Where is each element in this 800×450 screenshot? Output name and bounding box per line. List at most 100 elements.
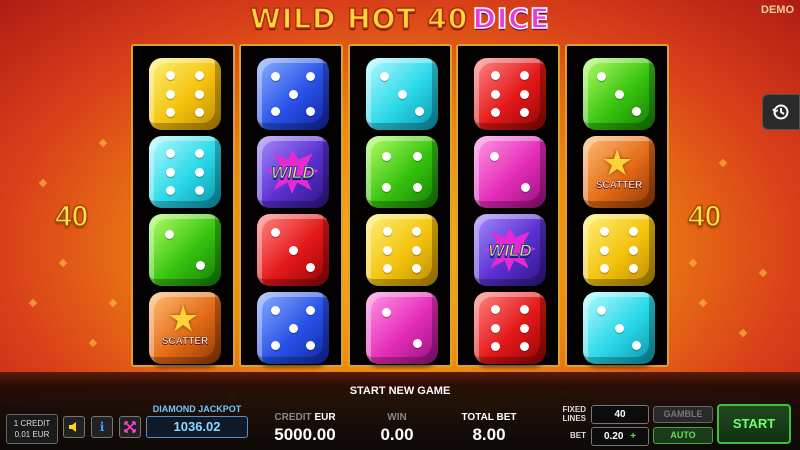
- die-pip: [166, 70, 176, 80]
- fixed-lines-label: FIXED LINES: [556, 405, 586, 423]
- green-die-symbol: [149, 214, 221, 286]
- die-pip: [194, 108, 204, 118]
- die-pip: [166, 108, 176, 118]
- die-pip: [166, 167, 176, 177]
- die-pip: [381, 183, 391, 193]
- wild-symbol: WILD: [257, 136, 329, 208]
- die-pip: [519, 89, 529, 99]
- info-icon: i: [99, 420, 105, 434]
- die-pip: [305, 306, 315, 316]
- wild-label: WILD: [271, 163, 315, 183]
- die-pip: [305, 262, 315, 272]
- cyan-die-symbol: [149, 136, 221, 208]
- game-title-main: WILD HOT 40: [249, 1, 469, 36]
- win-value: 0.00: [380, 425, 414, 444]
- die-pip: [600, 226, 610, 236]
- die-pip: [519, 342, 529, 352]
- history-icon: [772, 104, 789, 120]
- history-button[interactable]: [762, 94, 800, 130]
- die-pip: [614, 323, 624, 333]
- die-pip: [196, 261, 206, 271]
- fixed-lines-label-1: FIXED: [562, 405, 586, 414]
- sound-button[interactable]: [63, 416, 85, 438]
- die-pip: [519, 323, 529, 333]
- die-pip: [521, 183, 531, 193]
- demo-badge: DEMO: [761, 4, 794, 16]
- die-pip: [597, 72, 607, 82]
- speaker-icon: [69, 422, 76, 432]
- bet-value: 0.20: [603, 431, 624, 442]
- pink-die-symbol: [366, 292, 438, 364]
- die-pip: [383, 245, 393, 255]
- scatter-label: SCATTER: [161, 336, 209, 347]
- die-pip: [381, 307, 391, 317]
- die-pip: [194, 89, 204, 99]
- reel-4: WILD: [456, 44, 560, 367]
- die-pip: [614, 89, 624, 99]
- jackpot-label: DIAMOND JACKPOT: [152, 404, 242, 414]
- blue-die-symbol: [257, 58, 329, 130]
- gamble-button[interactable]: GAMBLE: [653, 406, 713, 423]
- die-pip: [414, 106, 424, 116]
- yellow-die-symbol: [366, 214, 438, 286]
- credit-label: CREDIT EUR: [270, 412, 340, 423]
- die-pip: [413, 183, 423, 193]
- die-pip: [411, 264, 421, 274]
- die-pip: [305, 72, 315, 82]
- bet-selector[interactable]: 0.20 +: [591, 427, 649, 446]
- credit-currency: EUR: [314, 412, 336, 423]
- cyan-die-symbol: [583, 292, 655, 364]
- die-pip: [631, 106, 641, 116]
- scatter-symbol: ★ SCATTER: [149, 292, 221, 364]
- die-pip: [383, 226, 393, 236]
- die-pip: [194, 70, 204, 80]
- die-pip: [519, 108, 529, 118]
- reel-5: ★ SCATTER: [565, 44, 669, 367]
- total-bet-label: TOTAL BET: [461, 412, 517, 423]
- die-pip: [305, 106, 315, 116]
- bet-increase-button[interactable]: +: [630, 431, 636, 442]
- die-pip: [166, 186, 176, 196]
- die-pip: [597, 306, 607, 316]
- game-title-accent: DICE: [472, 1, 550, 36]
- die-pip: [413, 151, 423, 161]
- credit-denomination[interactable]: 1 CREDIT 0.01 EUR: [6, 414, 58, 444]
- die-pip: [380, 72, 390, 82]
- die-pip: [271, 72, 281, 82]
- die-pip: [194, 186, 204, 196]
- fullscreen-icon: [124, 421, 136, 433]
- game-title: WILD HOT 40 DICE: [0, 1, 800, 38]
- start-button[interactable]: START: [717, 404, 791, 444]
- die-pip: [628, 245, 638, 255]
- red-die-symbol: [257, 214, 329, 286]
- red-die-symbol: [474, 58, 546, 130]
- die-pip: [166, 148, 176, 158]
- blue-die-symbol: [257, 292, 329, 364]
- die-pip: [411, 226, 421, 236]
- green-die-symbol: [366, 136, 438, 208]
- red-die-symbol: [474, 292, 546, 364]
- die-pip: [288, 89, 298, 99]
- reel-2: WILD: [239, 44, 343, 367]
- wild-label: WILD: [488, 241, 532, 261]
- die-pip: [164, 229, 174, 239]
- fixed-lines-value: 40: [591, 405, 649, 424]
- fixed-lines-label-2: LINES: [562, 414, 586, 423]
- auto-button[interactable]: AUTO: [653, 427, 713, 444]
- die-pip: [166, 89, 176, 99]
- bet-label: BET: [570, 431, 586, 440]
- fullscreen-button[interactable]: [119, 416, 141, 438]
- die-pip: [271, 228, 281, 238]
- die-pip: [397, 89, 407, 99]
- die-pip: [491, 70, 501, 80]
- yellow-die-symbol: [583, 214, 655, 286]
- die-pip: [519, 304, 529, 314]
- die-pip: [519, 70, 529, 80]
- info-button[interactable]: i: [91, 416, 113, 438]
- die-pip: [194, 167, 204, 177]
- die-pip: [491, 304, 501, 314]
- die-pip: [271, 306, 281, 316]
- credit-label-text: CREDIT: [274, 412, 312, 423]
- die-pip: [489, 151, 499, 161]
- reel-1: ★ SCATTER: [131, 44, 235, 367]
